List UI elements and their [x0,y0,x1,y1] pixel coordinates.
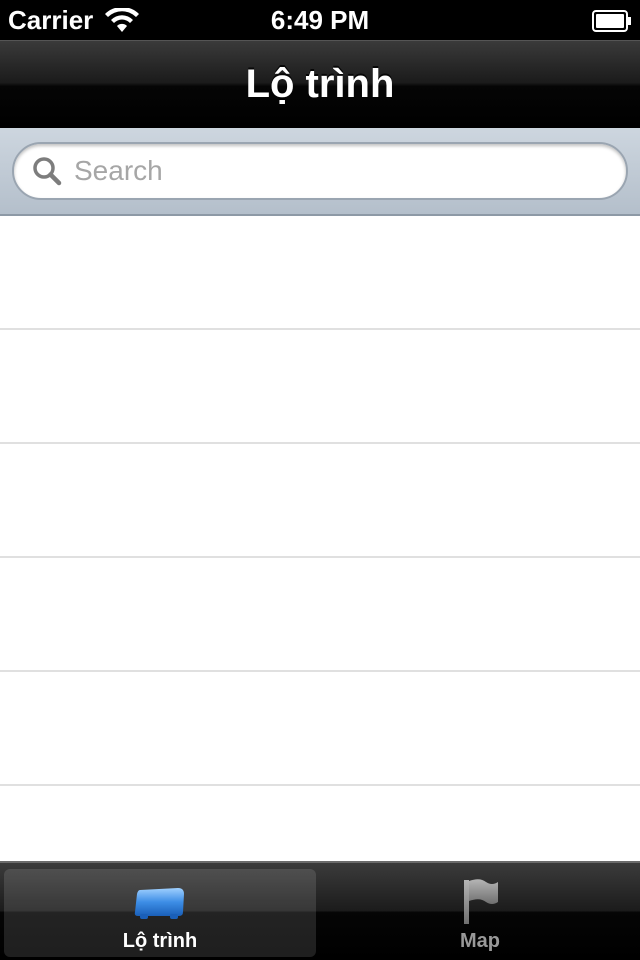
page-title: Lộ trình [245,62,395,106]
tab-map[interactable]: Map [324,869,636,957]
status-bar: Carrier 6:49 PM [0,0,640,40]
table-row[interactable] [0,330,640,444]
tab-label: Lộ trình [122,930,198,952]
table-row[interactable] [0,558,640,672]
tab-lo-trinh[interactable]: Lộ trình [4,869,316,957]
battery-icon [592,10,631,32]
table-view[interactable] [0,216,640,900]
navigation-bar: Lộ trình [0,40,640,128]
table-row[interactable] [0,216,640,330]
table-row[interactable] [0,444,640,558]
tab-label: Map [460,930,500,952]
status-time: 6:49 PM [270,5,370,35]
status-right [592,8,632,39]
flag-icon [464,879,498,924]
table-row[interactable] [0,672,640,786]
bus-icon [134,888,184,919]
search-field[interactable] [12,142,628,200]
tab-bar: Lộ trình Map [0,861,640,960]
search-icon [33,157,62,186]
search-bar [0,128,640,216]
search-input[interactable] [74,155,594,187]
